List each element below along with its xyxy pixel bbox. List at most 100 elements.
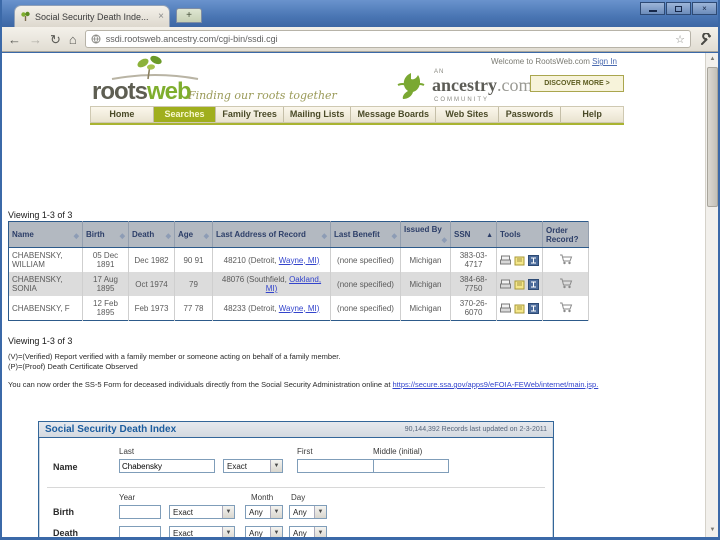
ssdi-search-form: Social Security Death Index 90,144,392 R… xyxy=(38,421,554,537)
window-controls: × xyxy=(639,2,717,15)
dropdown-icon[interactable]: ▼ xyxy=(270,460,282,472)
scrollbar-thumb[interactable] xyxy=(707,67,718,207)
address-bar[interactable]: ssdi.rootsweb.ancestry.com/cgi-bin/ssdi.… xyxy=(84,30,691,48)
col-header-address[interactable]: Last Address of Record ◆ xyxy=(212,221,331,248)
nav-item-mailing-lists[interactable]: Mailing Lists xyxy=(284,107,352,122)
close-button[interactable]: × xyxy=(692,2,717,15)
cell-name: CHABENSKY, SONIA xyxy=(8,272,83,296)
death-month-select[interactable]: Any ▼ xyxy=(245,526,283,537)
print-record-icon[interactable] xyxy=(500,279,511,290)
address-link[interactable]: Wayne, MI) xyxy=(279,256,320,265)
back-icon[interactable]: ← xyxy=(8,33,21,46)
post-em-note-icon[interactable] xyxy=(514,279,525,290)
tab-title: Social Security Death Inde... xyxy=(35,11,149,22)
sort-icon[interactable]: ◆ xyxy=(392,232,397,240)
name-match-select[interactable]: Exact ▼ xyxy=(223,459,283,473)
dropdown-icon[interactable]: ▼ xyxy=(222,506,234,518)
cell-death: Feb 1973 xyxy=(128,296,175,321)
col-header-death[interactable]: Death ◆ xyxy=(128,221,175,248)
nav-underline xyxy=(90,123,624,125)
home-icon[interactable]: ⌂ xyxy=(69,33,77,46)
sort-icon[interactable]: ◆ xyxy=(204,232,209,240)
order-cart-icon[interactable] xyxy=(559,254,573,265)
reload-icon[interactable]: ↻ xyxy=(50,33,61,46)
dropdown-icon[interactable]: ▼ xyxy=(270,527,282,537)
globe-icon xyxy=(91,34,101,44)
dropdown-icon[interactable]: ▼ xyxy=(270,506,282,518)
forward-icon[interactable]: → xyxy=(29,33,42,46)
browser-tab[interactable]: Social Security Death Inde... × xyxy=(14,5,170,27)
birth-day-select[interactable]: Any ▼ xyxy=(289,505,327,519)
main-nav: Home Searches Family Trees Mailing Lists… xyxy=(90,106,624,123)
col-header-name[interactable]: Name ◆ xyxy=(8,221,83,248)
dropdown-icon[interactable]: ▼ xyxy=(314,527,326,537)
order-cart-icon[interactable] xyxy=(559,278,573,289)
minimize-button[interactable] xyxy=(640,2,665,15)
cell-address: 48210 (Detroit, Wayne, MI) xyxy=(212,247,331,272)
ss5-order-link[interactable]: https://secure.ssa.gov/apps9/eFOIA-FEWeb… xyxy=(393,380,599,389)
col-header-issued-by[interactable]: Issued By ◆ xyxy=(400,221,451,248)
cell-name: CHABENSKY, F xyxy=(8,296,83,321)
birth-month-select[interactable]: Any ▼ xyxy=(245,505,283,519)
add-to-tree-icon[interactable] xyxy=(528,302,539,314)
sort-icon[interactable]: ◆ xyxy=(166,232,171,240)
sort-icon[interactable]: ◆ xyxy=(74,232,79,240)
welcome-bar: Welcome to RootsWeb.com Sign In xyxy=(491,57,617,66)
col-header-ssn[interactable]: SSN ▲ xyxy=(450,221,497,248)
death-year-input[interactable] xyxy=(119,526,161,537)
tab-close-icon[interactable]: × xyxy=(158,11,164,22)
nav-item-passwords[interactable]: Passwords xyxy=(499,107,562,122)
nav-item-family-trees[interactable]: Family Trees xyxy=(216,107,284,122)
nav-item-message-boards[interactable]: Message Boards xyxy=(351,107,436,122)
print-record-icon[interactable] xyxy=(500,255,511,266)
vertical-scrollbar[interactable]: ▲ ▼ xyxy=(705,53,718,537)
col-header-last-benefit[interactable]: Last Benefit ◆ xyxy=(330,221,401,248)
birth-match-select[interactable]: Exact ▼ xyxy=(169,505,235,519)
post-em-note-icon[interactable] xyxy=(514,303,525,314)
sort-icon[interactable]: ◆ xyxy=(442,236,447,244)
add-to-tree-icon[interactable] xyxy=(528,254,539,266)
ancestry-name-text: ancestry.com xyxy=(432,75,533,95)
nav-item-web-sites[interactable]: Web Sites xyxy=(436,107,499,122)
table-row: CHABENSKY, F 12 Feb 1895 Feb 1973 77 78 … xyxy=(8,296,589,321)
records-updated-text: 90,144,392 Records last updated on 2-3-2… xyxy=(404,426,547,433)
birth-year-input[interactable] xyxy=(119,505,161,519)
wrench-menu-icon[interactable] xyxy=(699,32,712,46)
birth-row-label: Birth xyxy=(53,507,74,517)
cell-ssn: 384-68-7750 xyxy=(450,272,497,296)
last-name-input[interactable] xyxy=(119,459,215,473)
address-link[interactable]: Wayne, MI) xyxy=(279,304,320,313)
middle-name-input[interactable] xyxy=(373,459,449,473)
sort-icon[interactable]: ◆ xyxy=(322,232,327,240)
ss5-order-paragraph: You can now order the SS-5 Form for dece… xyxy=(8,380,599,389)
post-em-note-icon[interactable] xyxy=(514,255,525,266)
nav-item-home[interactable]: Home xyxy=(91,107,154,122)
url-text[interactable]: ssdi.rootsweb.ancestry.com/cgi-bin/ssdi.… xyxy=(106,34,670,44)
nav-item-searches[interactable]: Searches xyxy=(153,107,217,122)
death-match-select[interactable]: Exact ▼ xyxy=(169,526,235,537)
cell-address: 48233 (Detroit, Wayne, MI) xyxy=(212,296,331,321)
sign-in-link[interactable]: Sign In xyxy=(592,57,617,66)
sort-icon[interactable]: ◆ xyxy=(120,232,125,240)
dropdown-icon[interactable]: ▼ xyxy=(314,506,326,518)
discover-more-button[interactable]: DISCOVER MORE > xyxy=(530,75,624,92)
col-header-age[interactable]: Age ◆ xyxy=(174,221,213,248)
print-record-icon[interactable] xyxy=(500,303,511,314)
new-tab-button[interactable]: + xyxy=(176,8,202,23)
maximize-button[interactable] xyxy=(666,2,691,15)
bookmark-star-icon[interactable]: ☆ xyxy=(675,33,685,46)
tagline-text: Finding our roots together xyxy=(188,89,337,102)
scroll-down-icon[interactable]: ▼ xyxy=(706,524,719,537)
dropdown-icon[interactable]: ▼ xyxy=(222,527,234,537)
favicon-tree-icon xyxy=(21,11,30,21)
sort-asc-icon[interactable]: ▲ xyxy=(486,232,493,239)
add-to-tree-icon[interactable] xyxy=(528,278,539,290)
rootsweb-logo[interactable]: rootsweb xyxy=(92,78,192,106)
scroll-up-icon[interactable]: ▲ xyxy=(706,53,719,66)
col-header-birth[interactable]: Birth ◆ xyxy=(82,221,129,248)
cell-last-benefit: (none specified) xyxy=(330,296,401,321)
order-cart-icon[interactable] xyxy=(559,302,573,313)
death-day-select[interactable]: Any ▼ xyxy=(289,526,327,537)
nav-item-help[interactable]: Help xyxy=(561,107,623,122)
first-name-input[interactable] xyxy=(297,459,379,473)
